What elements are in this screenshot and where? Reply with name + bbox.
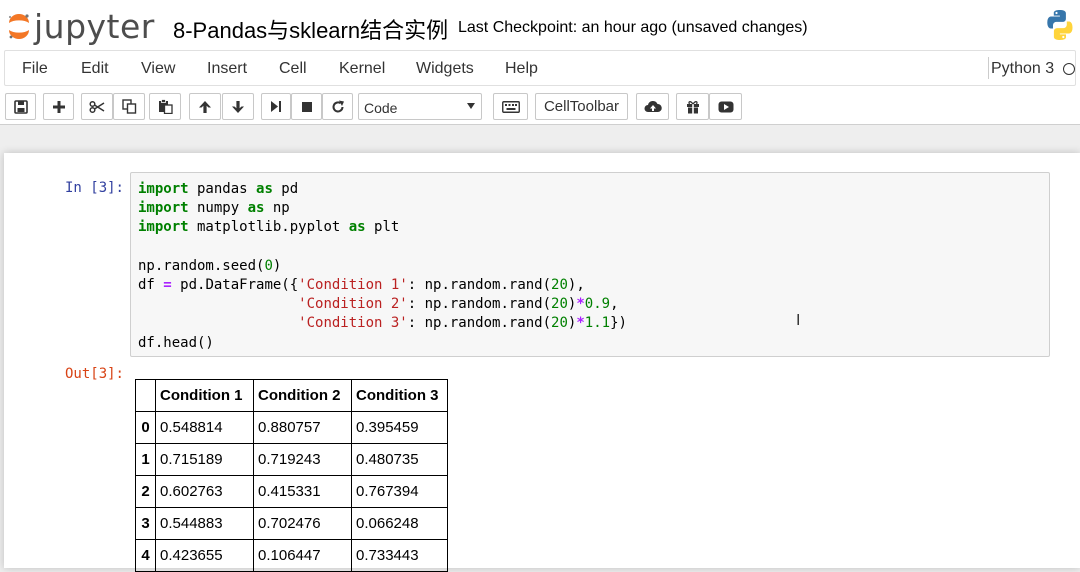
kernel-idle-indicator-icon [1063,63,1075,75]
table-header-cell: Condition 1 [155,379,254,412]
row-index: 4 [135,539,156,572]
row-index: 3 [135,507,156,540]
code-cell-input[interactable]: import pandas as pd import numpy as np i… [130,172,1050,357]
table-row: 2 0.602763 0.415331 0.767394 [135,475,448,508]
chevron-down-icon [467,103,475,109]
arrow-up-icon [199,100,211,113]
code-line: 'Condition 3': np.random.rand(20)*1.1}) [298,315,627,332]
video-button[interactable] [709,93,742,120]
arrow-down-icon [232,100,244,113]
menubar: File Edit View Insert Cell Kernel Widget… [4,50,1076,86]
menu-cell[interactable]: Cell [279,60,307,78]
table-cell: 0.106447 [253,539,352,572]
table-header-index [135,379,156,412]
code-editor[interactable]: import pandas as pd import numpy as np i… [138,180,627,353]
command-palette-button[interactable] [493,93,528,120]
cut-icon [89,100,105,113]
table-cell: 0.066248 [351,507,448,540]
restart-kernel-button[interactable] [322,93,353,120]
jupyter-logo[interactable]: jupyter [6,6,155,46]
keyboard-icon [501,100,520,113]
table-cell: 0.548814 [155,411,254,444]
table-header-cell: Condition 2 [253,379,352,412]
table-row: 3 0.544883 0.702476 0.066248 [135,507,448,540]
python-logo-icon [1047,10,1073,40]
code-line: df.head() [138,334,214,351]
table-cell: 0.715189 [155,443,254,476]
notebook-container: In [3]: import pandas as pd import numpy… [4,153,1080,572]
move-down-button[interactable] [222,93,254,120]
menu-widgets[interactable]: Widgets [416,60,474,78]
interrupt-kernel-button[interactable] [291,93,322,120]
code-line: import pandas as pd [138,181,299,197]
table-cell: 0.733443 [351,539,448,572]
code-line: 'Condition 2': np.random.rand(20)*0.9, [298,296,619,313]
code-line: import numpy as np [138,200,290,217]
notebook-title[interactable]: 8-Pandas与sklearn结合实例 [173,13,448,45]
youtube-icon [718,101,733,112]
table-header-row: Condition 1 Condition 2 Condition 3 [135,379,448,412]
cell-type-value: Code [364,100,398,116]
plus-icon [52,100,65,113]
jupyter-logo-icon [8,14,29,39]
menu-edit[interactable]: Edit [81,60,109,78]
gift-button[interactable] [676,93,709,120]
insert-cell-button[interactable] [43,93,74,120]
save-button[interactable] [5,93,36,120]
table-cell: 0.767394 [351,475,448,508]
upload-button[interactable] [636,93,669,120]
menu-help[interactable]: Help [505,60,538,78]
gift-icon [686,100,699,113]
run-icon [271,101,281,112]
jupyter-logo-text: jupyter [34,6,155,46]
cloud-upload-icon [644,100,662,112]
table-cell: 0.544883 [155,507,254,540]
code-line: import matplotlib.pyplot as plt [138,219,400,236]
input-prompt: In [3]: [64,180,124,196]
menu-kernel[interactable]: Kernel [339,60,385,78]
kernel-separator [988,57,989,79]
move-up-button[interactable] [189,93,221,120]
table-cell: 0.395459 [351,411,448,444]
row-index: 0 [135,411,156,444]
table-row: 0 0.548814 0.880757 0.395459 [135,411,448,444]
output-prompt: Out[3]: [64,366,124,382]
table-cell: 0.480735 [351,443,448,476]
menu-insert[interactable]: Insert [207,60,247,78]
dataframe-output-table: Condition 1 Condition 2 Condition 3 0 0.… [135,379,448,572]
row-index: 2 [135,475,156,508]
paste-icon [158,99,173,114]
menu-file[interactable]: File [22,60,48,78]
copy-button[interactable] [113,93,145,120]
kernel-name: Python 3 [991,60,1055,77]
table-cell: 0.880757 [253,411,352,444]
save-icon [13,99,28,114]
celltoolbar-button[interactable]: CellToolbar [535,93,628,120]
restart-icon [332,100,344,112]
table-header-cell: Condition 3 [351,379,448,412]
table-cell: 0.702476 [253,507,352,540]
text-cursor-icon: I [796,312,801,329]
menu-view[interactable]: View [141,60,175,78]
cut-button[interactable] [81,93,113,120]
table-row: 4 0.423655 0.106447 0.733443 [135,539,448,572]
cell-type-select[interactable]: Code [358,93,482,120]
row-index: 1 [135,443,156,476]
table-cell: 0.423655 [155,539,254,572]
run-cell-button[interactable] [261,93,291,120]
table-cell: 0.719243 [253,443,352,476]
copy-icon [121,99,136,114]
table-cell: 0.602763 [155,475,254,508]
table-cell: 0.415331 [253,475,352,508]
paste-button[interactable] [149,93,181,120]
celltoolbar-label: CellToolbar [543,98,620,115]
checkpoint-status: Last Checkpoint: an hour ago (unsaved ch… [458,19,808,36]
code-line: df = pd.DataFrame({'Condition 1': np.ran… [138,277,585,294]
table-row: 1 0.715189 0.719243 0.480735 [135,443,448,476]
stop-icon [301,101,312,112]
code-line: np.random.seed(0) [138,257,282,274]
